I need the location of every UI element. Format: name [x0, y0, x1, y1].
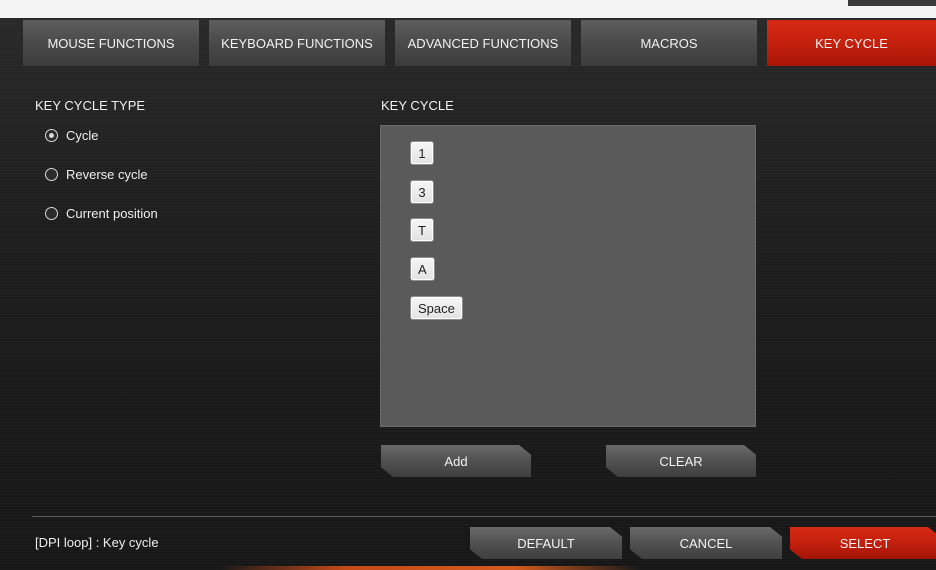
bottom-glow: [220, 566, 640, 570]
radio-cycle[interactable]: Cycle: [45, 128, 99, 143]
status-text: [DPI loop] : Key cycle: [35, 535, 159, 550]
key-cycle-type-title: KEY CYCLE TYPE: [35, 98, 146, 113]
radio-unchecked-icon: [45, 207, 58, 220]
keycap-1[interactable]: 1: [410, 141, 434, 165]
keycap-3[interactable]: 3: [410, 180, 434, 204]
radio-checked-icon: [45, 129, 58, 142]
radio-unchecked-icon: [45, 168, 58, 181]
tab-advanced-functions[interactable]: ADVANCED FUNCTIONS: [395, 20, 571, 66]
radio-current-position-label: Current position: [66, 206, 158, 221]
add-button[interactable]: Add: [381, 445, 531, 477]
tab-mouse-functions[interactable]: MOUSE FUNCTIONS: [23, 20, 199, 66]
footer-divider: [32, 516, 936, 517]
key-cycle-list[interactable]: 1 3 T A Space: [380, 125, 756, 427]
cancel-button[interactable]: CANCEL: [630, 527, 782, 559]
keycap-t[interactable]: T: [410, 218, 434, 242]
tab-macros[interactable]: MACROS: [581, 20, 757, 66]
key-cycle-title: KEY CYCLE: [381, 98, 454, 113]
select-button[interactable]: SELECT: [790, 527, 936, 559]
key-cycle-window: MOUSE FUNCTIONS KEYBOARD FUNCTIONS ADVAN…: [0, 0, 936, 570]
tab-key-cycle[interactable]: KEY CYCLE: [767, 20, 936, 66]
tab-keyboard-functions[interactable]: KEYBOARD FUNCTIONS: [209, 20, 385, 66]
window-top-strip-accent: [848, 0, 936, 6]
radio-cycle-label: Cycle: [66, 128, 99, 143]
radio-reverse-cycle-label: Reverse cycle: [66, 167, 148, 182]
window-top-strip: [0, 0, 936, 18]
clear-button[interactable]: CLEAR: [606, 445, 756, 477]
default-button[interactable]: DEFAULT: [470, 527, 622, 559]
radio-current-position[interactable]: Current position: [45, 206, 158, 221]
radio-reverse-cycle[interactable]: Reverse cycle: [45, 167, 148, 182]
keycap-a[interactable]: A: [410, 257, 435, 281]
keycap-space[interactable]: Space: [410, 296, 463, 320]
